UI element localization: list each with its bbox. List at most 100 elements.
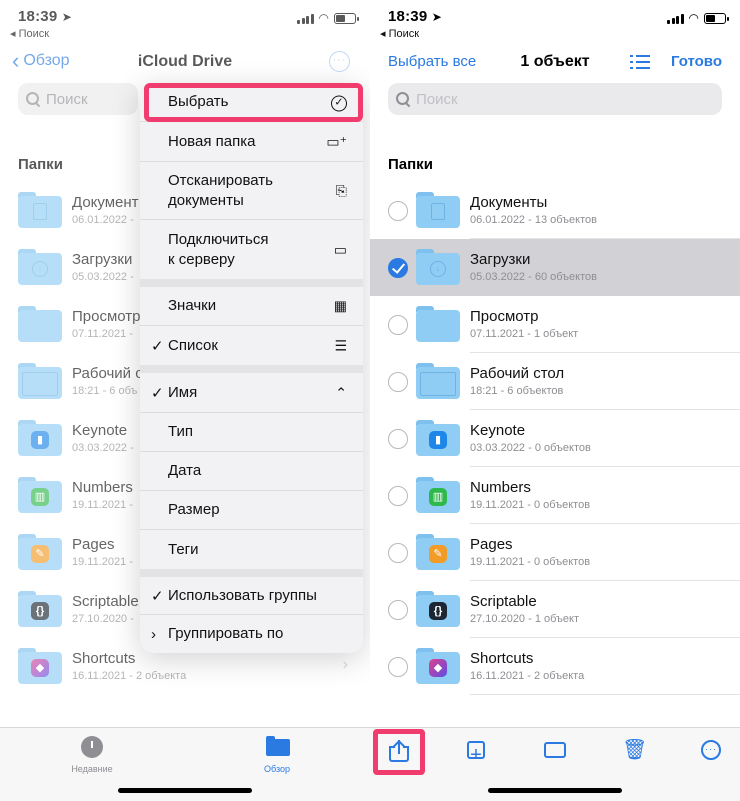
scriptable-folder-icon: {} [18,591,62,627]
pages-folder-icon: ✎ [18,534,62,570]
row-meta: 27.10.2020 - 1 объект [470,613,580,625]
menu-label: Дата [168,462,202,479]
row-meta: 06.01.2022 - [72,214,134,226]
row-name: Загрузки [72,251,133,268]
divider [470,694,740,695]
menu-label: Теги [168,540,199,558]
server-icon: ▭ [333,241,347,257]
radio-button-checked[interactable] [388,258,408,278]
radio-button[interactable] [388,429,408,449]
menu-label: Тип [168,423,194,440]
toolbar: + 🗑 ··· [370,727,740,801]
row-name: Рабочий стол [470,365,565,382]
folder-icon [416,306,460,342]
status-time: 18:39 ➤ [388,8,443,25]
search-icon [396,92,410,106]
menu-item-new-folder[interactable]: Новая папка ▭⁺ [140,122,363,162]
menu-item-sort-date[interactable]: Дата [140,452,363,491]
row-name: Shortcuts [72,650,136,667]
menu-label: Использовать группы [168,586,317,604]
done-button[interactable]: Готово [671,53,722,70]
context-menu: Выбрать ✓ Новая папка ▭⁺ Отсканировать до… [140,83,363,653]
more-icon[interactable]: ··· [699,738,723,762]
menu-item-select[interactable]: Выбрать ✓ [140,83,363,122]
radio-button[interactable] [388,201,408,221]
tab-label: Обзор [264,764,290,774]
system-icons: ◠ [667,11,729,25]
battery-icon [704,12,729,24]
tab-browse[interactable]: Обзор [252,736,302,774]
wifi-icon: ◠ [318,11,329,25]
menu-item-list[interactable]: ✓ Список ☰ [140,326,363,365]
list-item[interactable]: ▥ Numbers 19.11.2021 - 0 объектов [370,467,740,524]
row-name: Scriptable [470,593,537,610]
list-item-selected[interactable]: ↓ Загрузки 05.03.2022 - 60 объектов [370,239,740,296]
row-name: Pages [470,536,513,553]
row-name: Pages [72,536,115,553]
menu-item-icons[interactable]: Значки ▦ [140,287,363,326]
list-item[interactable]: Документы 06.01.2022 - 13 объектов [370,182,740,239]
move-folder-icon[interactable] [543,738,567,762]
radio-button[interactable] [388,543,408,563]
checkmark-icon: ✓ [151,587,164,605]
row-name: Scriptable [72,593,139,610]
row-meta: 07.11.2021 - [72,328,133,340]
row-name: Просмотр [72,308,141,325]
menu-label: Список [168,336,218,354]
row-name: Просмотр [470,308,539,325]
tab-recent[interactable]: Недавние [64,736,120,774]
chevron-up-icon: ⌃ [335,384,347,400]
menu-label: Размер [168,501,220,518]
more-icon[interactable]: ··· [329,51,350,72]
back-to-search-link[interactable]: ◂ Поиск [380,27,419,40]
menu-item-sort-type[interactable]: Тип [140,413,363,452]
menu-item-connect-server[interactable]: Подключиться к серверу ▭ [140,220,363,279]
status-time: 18:39 ➤ [18,8,73,25]
search-icon [26,92,40,106]
radio-button[interactable] [388,486,408,506]
grid-icon: ▦ [333,297,347,314]
list-item[interactable]: Рабочий стол 18:21 - 6 объектов [370,353,740,410]
system-icons: ◠ [297,11,359,25]
menu-label: Значки [168,297,217,314]
row-name: Keynote [72,422,128,439]
row-meta: 05.03.2022 - [72,271,134,283]
duplicate-icon[interactable]: + [464,738,488,766]
menu-divider [140,365,363,373]
clock-icon [81,736,103,758]
radio-button[interactable] [388,600,408,620]
list-icon: ☰ [334,337,347,353]
signal-icon [667,13,684,24]
folder-icon: ↓ [416,249,460,285]
row-meta: 18:21 - 6 объектов [470,385,564,397]
row-name: Загрузки [470,251,531,268]
list-view-icon[interactable] [630,54,650,70]
back-to-search-link[interactable]: ◂ Поиск [10,27,49,40]
radio-button[interactable] [388,657,408,677]
menu-item-sort-name[interactable]: ✓ Имя ⌃ [140,373,363,413]
checkmark-icon: ✓ [151,384,164,402]
menu-item-sort-tags[interactable]: Теги [140,530,363,569]
menu-item-sort-size[interactable]: Размер [140,491,363,530]
list-item[interactable]: ✎ Pages 19.11.2021 - 0 объектов [370,524,740,581]
trash-icon[interactable]: 🗑 [622,738,647,762]
radio-button[interactable] [388,315,408,335]
menu-divider [140,569,363,577]
share-icon[interactable] [389,739,409,762]
list-item[interactable]: {} Scriptable 27.10.2020 - 1 объект [370,581,740,638]
row-meta: 19.11.2021 - [72,556,133,568]
search-field[interactable]: Поиск [388,83,722,115]
list-item[interactable]: Просмотр 07.11.2021 - 1 объект [370,296,740,353]
menu-item-use-groups[interactable]: ✓ Использовать группы [140,577,363,615]
row-name: Shortcuts [470,650,534,667]
row-name: Рабочий с [72,365,143,382]
list-item[interactable]: ◆ Shortcuts 16.11.2021 - 2 объекта [370,638,740,695]
menu-label: Новая папка [168,132,256,150]
radio-button[interactable] [388,372,408,392]
nav-bar: Выбрать все 1 объект Готово [370,44,740,80]
menu-item-scan[interactable]: Отсканировать документы ⎘ [140,162,363,220]
search-field[interactable]: Поиск [18,83,138,115]
list-item[interactable]: ▮ Keynote 03.03.2022 - 0 объектов [370,410,740,467]
row-name: Numbers [470,479,531,496]
menu-item-group-by[interactable]: › Группировать по [140,615,363,653]
